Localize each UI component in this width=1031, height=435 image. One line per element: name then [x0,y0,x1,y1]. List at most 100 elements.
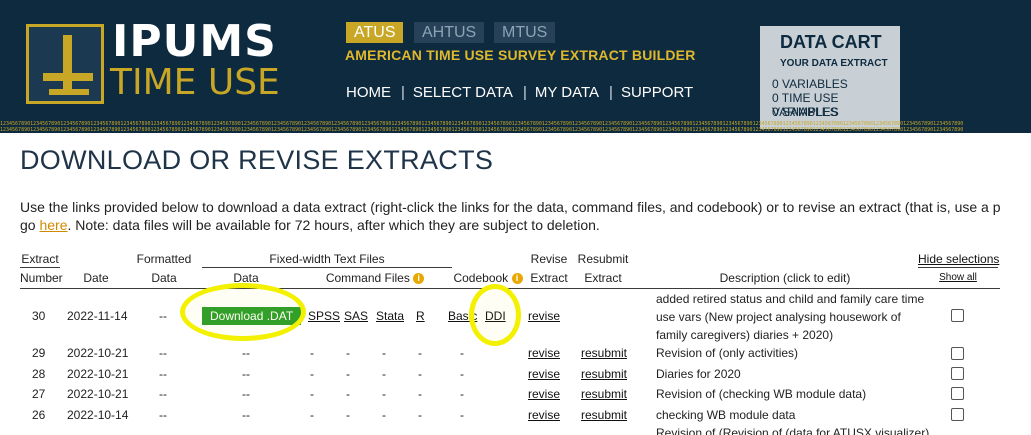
col-header-formatted-data: Data [151,271,177,285]
col-header-formatted: Formatted [136,252,192,266]
col-header-resubmit: Resubmit [577,252,629,266]
nav-separator: | [401,84,405,101]
row-27-cmd-spss: - [310,387,314,401]
row-26-number: 26 [32,408,46,422]
row-27-hide-checkbox[interactable] [951,387,964,400]
row-30-description[interactable]: added retired status and child and famil… [656,290,924,344]
row-28-codebook: - [460,367,464,381]
row-29-formatted: -- [159,346,167,360]
row-27-date: 2022-10-21 [67,387,129,401]
row-29-resubmit-link[interactable]: resubmit [581,346,627,360]
cart-samples: 0 SAMPLES [772,105,839,119]
row-30-hide-checkbox[interactable] [951,309,964,322]
hourglass-logo-icon [26,24,104,104]
col-header-command-files: Command Files i [320,271,430,285]
row-29-cmd-sas: - [346,346,350,360]
col-header-codebook: Codebook i [448,271,528,285]
row-27-cmd-stata: - [382,387,386,401]
here-link[interactable]: here [39,217,67,233]
col-header-number: Number [20,271,63,285]
col-header-fixed-width: Fixed-width Text Files [269,252,385,266]
row-26-resubmit-link[interactable]: resubmit [581,408,627,422]
intro-text: Use the links provided below to download… [20,199,1001,233]
tab-ahtus[interactable]: AHTUS [414,22,485,43]
row-29-codebook: - [460,346,464,360]
row-29-cmd-r: - [418,346,422,360]
row-28-revise-link[interactable]: revise [528,367,560,381]
col-header-extract: Extract [21,252,59,266]
spss-link[interactable]: SPSS [308,309,340,323]
row-27-data: -- [242,387,250,401]
row-30-revise-link[interactable]: revise [528,309,560,323]
nav-select-data[interactable]: SELECT DATA [413,84,513,101]
row-28-hide-checkbox[interactable] [951,367,964,380]
nav-separator: | [522,84,527,101]
row-29-description[interactable]: Revision of (only activities) [656,346,798,360]
row-29-revise-link[interactable]: revise [528,346,560,360]
page-title: DOWNLOAD OR REVISE EXTRACTS [20,145,494,175]
row-28-cmd-r: - [418,367,422,381]
row-29-number: 29 [32,346,46,360]
row-27-codebook: - [460,387,464,401]
row-27-description[interactable]: Revision of (checking WB module data) [656,387,866,401]
tab-mtus[interactable]: MTUS [494,22,556,43]
ipums-time-use-logo[interactable]: IPUMS TIME USE [26,16,296,106]
row-29-hide-checkbox[interactable] [951,347,964,360]
row-26-revise-link[interactable]: revise [528,408,560,422]
row-28-date: 2022-10-21 [67,367,129,381]
row-27-cmd-r: - [418,387,422,401]
logo-text-time-use: TIME USE [110,62,280,103]
row-28-number: 28 [32,367,46,381]
row-27-revise-link[interactable]: revise [528,387,560,401]
row-27-cmd-sas: - [346,387,350,401]
site-subtitle: AMERICAN TIME USE SURVEY EXTRACT BUILDER [345,47,696,63]
show-all-link[interactable]: Show all [938,272,978,283]
stata-link[interactable]: Stata [376,309,404,323]
row-26-data: -- [242,408,250,422]
row-29-data: -- [242,346,250,360]
col-header-date: Date [83,271,109,285]
row-28-cmd-spss: - [310,367,314,381]
row-26-description[interactable]: checking WB module data [656,408,795,422]
nav-support[interactable]: SUPPORT [621,84,693,101]
r-link[interactable]: R [416,309,425,323]
col-header-revise-extract: Extract [530,271,568,285]
header-rule [918,267,998,268]
decorative-digit-strip: 1234567890123456789012345678901234567890… [0,121,964,133]
col-header-resubmit-extract: Extract [584,271,622,285]
row-26-hide-checkbox[interactable] [951,408,964,421]
row-27-resubmit-link[interactable]: resubmit [581,387,627,401]
row-26-cmd-sas: - [346,408,350,422]
col-header-revise: Revise [530,252,568,266]
sas-link[interactable]: SAS [344,309,368,323]
row-28-data: -- [242,367,250,381]
hide-selections-link[interactable]: Hide selections [918,252,999,266]
cart-title: DATA CART [780,32,882,52]
main-nav: HOME | SELECT DATA | MY DATA | SUPPORT [346,84,693,101]
codebook-info-icon[interactable]: i [511,273,523,285]
row-27-number: 27 [32,387,46,401]
row-30-formatted: -- [159,309,167,323]
row-28-cmd-stata: - [382,367,386,381]
highlight-download-annotation [180,283,306,341]
row-26-formatted: -- [159,408,167,422]
row-30-date: 2022-11-14 [67,309,128,323]
row-29-cmd-stata: - [382,346,386,360]
row-26-codebook: - [460,408,464,422]
tab-atus[interactable]: ATUS [346,22,404,43]
highlight-ddi-annotation [469,284,521,346]
row-28-resubmit-link[interactable]: resubmit [581,367,627,381]
data-cart[interactable]: DATA CART YOUR DATA EXTRACT 0 VARIABLES … [760,26,900,129]
command-files-info-icon[interactable]: i [413,273,425,285]
row-29-date: 2022-10-21 [67,346,129,360]
row-28-description[interactable]: Diaries for 2020 [656,367,741,381]
row-30-number: 30 [32,309,46,323]
site-header: IPUMS TIME USE ATUS AHTUS MTUS AMERICAN … [0,0,1031,133]
row-25-description-partial[interactable]: Revision of (Revision of (data for ATUSX… [656,426,929,435]
row-28-formatted: -- [159,367,167,381]
nav-separator: | [609,84,613,101]
row-26-date: 2022-10-14 [67,408,129,422]
nav-my-data[interactable]: MY DATA [535,84,599,101]
nav-home[interactable]: HOME [346,84,391,101]
row-26-cmd-spss: - [310,408,314,422]
